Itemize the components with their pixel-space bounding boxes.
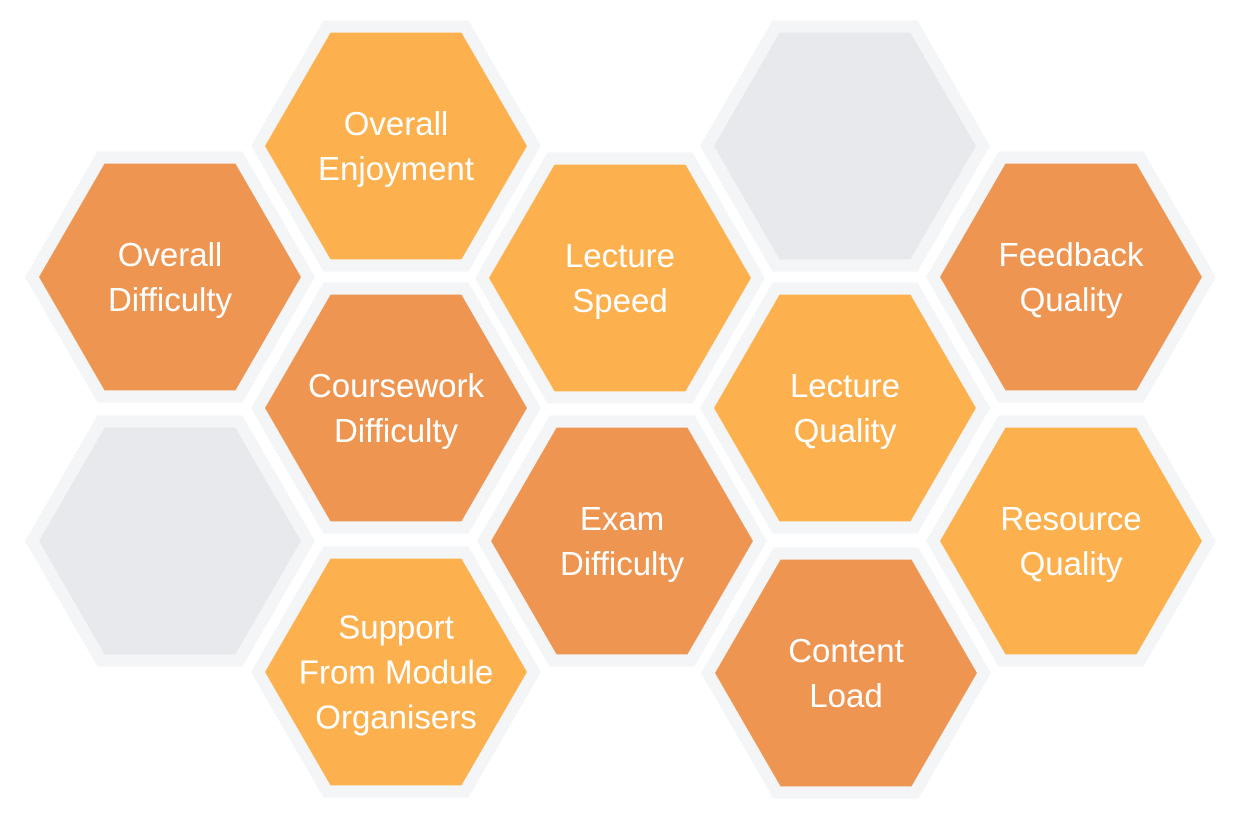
content-load-label-line: Content: [788, 632, 904, 669]
lecture-speed-label-line: Speed: [572, 282, 667, 319]
exam-difficulty-label-line: Difficulty: [560, 545, 685, 582]
overall-enjoyment-label-line: Overall: [344, 105, 449, 142]
resource-quality-label-line: Resource: [1000, 500, 1141, 537]
exam-difficulty-label-line: Exam: [580, 500, 664, 537]
support-from-module-organisers-label-line: From Module: [299, 654, 493, 691]
overall-enjoyment-label-line: Enjoyment: [318, 150, 474, 187]
feedback-quality-label-line: Quality: [1020, 281, 1123, 318]
support-from-module-organisers-label-line: Support: [338, 609, 454, 646]
lecture-quality-label-line: Quality: [794, 412, 897, 449]
coursework-difficulty-label-line: Coursework: [308, 367, 485, 404]
content-load-label-line: Load: [809, 677, 882, 714]
overall-difficulty-label-line: Overall: [118, 236, 223, 273]
coursework-difficulty-label-line: Difficulty: [334, 412, 459, 449]
honeycomb-diagram: Overall Difficulty Overall Enjoyment Lecture…: [25, 20, 1216, 799]
overall-difficulty-label-line: Difficulty: [108, 281, 233, 318]
lecture-speed-label-line: Lecture: [565, 237, 675, 274]
feedback-quality-label-line: Feedback: [999, 236, 1144, 273]
resource-quality-label-line: Quality: [1020, 545, 1123, 582]
support-from-module-organisers-label-line: Organisers: [315, 699, 476, 736]
lecture-quality-label-line: Lecture: [790, 367, 900, 404]
